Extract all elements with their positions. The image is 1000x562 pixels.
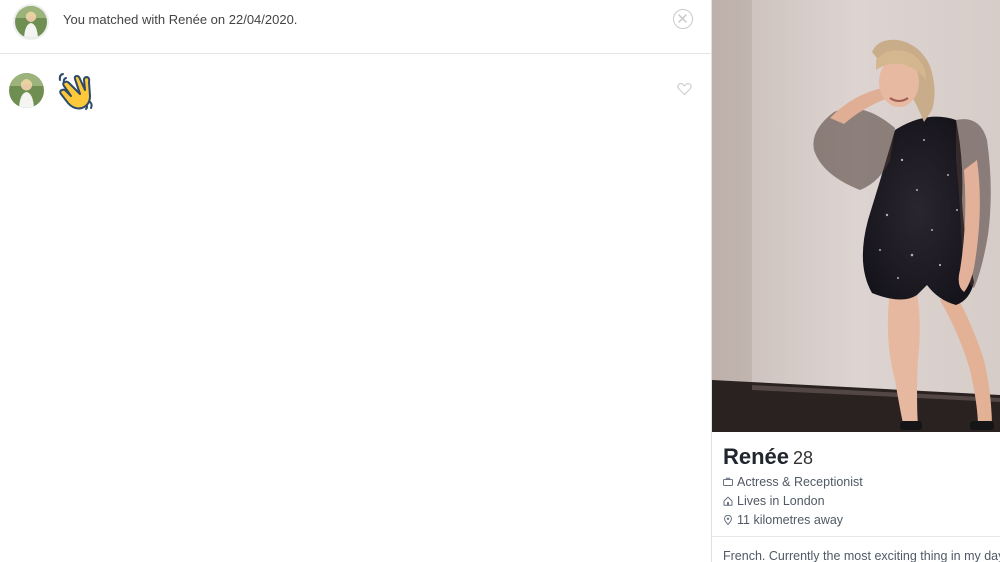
profile-job-text: Actress & Receptionist [737, 475, 863, 489]
sender-avatar[interactable] [9, 73, 44, 108]
waving-hand-emoji-icon [56, 70, 98, 112]
profile-photo[interactable] [712, 0, 1000, 432]
profile-bio: French. Currently the most exciting thin… [723, 549, 1000, 562]
close-icon[interactable] [673, 9, 693, 29]
house-icon [723, 495, 733, 506]
profile-job: Actress & Receptionist [723, 475, 863, 489]
profile-distance: 11 kilometres away [723, 513, 843, 527]
profile-home-text: Lives in London [737, 494, 825, 508]
profile-distance-text: 11 kilometres away [737, 513, 844, 527]
heart-outline-icon[interactable] [677, 82, 692, 96]
match-info-text: You matched with Renée on 22/04/2020. [63, 12, 298, 27]
profile-age: 28 [793, 448, 814, 468]
chat-panel: You matched with Renée on 22/04/2020. [0, 0, 711, 562]
chat-header: You matched with Renée on 22/04/2020. [0, 0, 711, 54]
briefcase-icon [723, 476, 733, 486]
profile-name-row: Renée 28 [723, 444, 813, 470]
match-avatar[interactable] [13, 4, 49, 40]
profile-home: Lives in London [723, 494, 825, 508]
profile-separator [712, 536, 1000, 537]
profile-name: Renée [723, 444, 790, 469]
profile-panel: Renée 28 Actress & Receptionist Lives in … [712, 0, 1000, 562]
location-pin-icon [723, 514, 733, 526]
message-row [0, 54, 711, 114]
